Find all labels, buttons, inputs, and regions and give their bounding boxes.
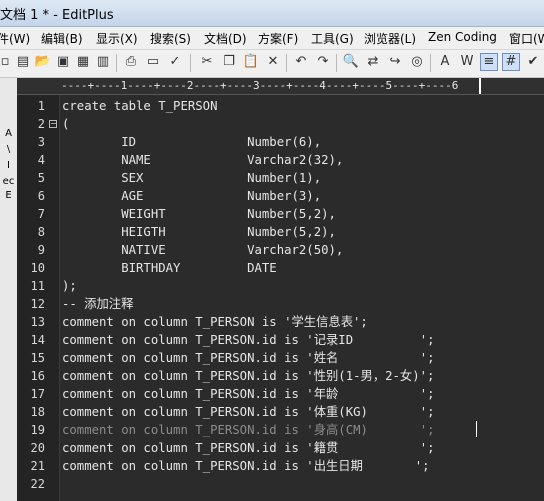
menu-tools[interactable]: 工具(G)	[311, 30, 354, 47]
panel-label: I	[7, 160, 10, 171]
line-number: 8	[37, 225, 45, 239]
line-number: 18	[30, 405, 45, 419]
paste-icon[interactable]: 📋	[242, 53, 260, 71]
open-folder-icon[interactable]: ▤	[14, 53, 32, 71]
line-number: 5	[37, 171, 45, 185]
line-number: 22	[30, 477, 45, 491]
code-line[interactable]: ID Number(6),	[62, 133, 321, 151]
browser-icon[interactable]: ◎	[408, 53, 426, 71]
line-number: 11	[30, 279, 45, 293]
line-number: 7	[37, 207, 45, 221]
menu-edit[interactable]: 编辑(B)	[41, 30, 83, 47]
line-number: 14	[30, 333, 45, 347]
code-line[interactable]: comment on column T_PERSON.id is '体重(KG)…	[62, 403, 435, 421]
code-line[interactable]: AGE Number(3),	[62, 187, 321, 205]
check-icon[interactable]: ✔	[524, 53, 542, 71]
replace-icon[interactable]: ⇄	[364, 53, 382, 71]
new-file-icon[interactable]: ▫	[0, 53, 14, 71]
print-preview-icon[interactable]: ⎙	[122, 53, 140, 71]
ruler-icon[interactable]: ≡	[480, 53, 498, 71]
panel-label: \	[6, 144, 11, 155]
window-title: 文档 1 * - EditPlus	[0, 8, 114, 23]
spell-check-icon[interactable]: ✓	[166, 53, 184, 71]
print-icon[interactable]: ▥	[94, 53, 112, 71]
title-bar: 文档 1 * - EditPlus	[0, 0, 544, 27]
delete-icon[interactable]: ✕	[264, 53, 282, 71]
panel-label: A	[5, 128, 12, 139]
line-number: 13	[30, 315, 45, 329]
menu-window[interactable]: 窗口(W	[509, 30, 544, 47]
code-line[interactable]: create table T_PERSON	[62, 97, 217, 115]
line-number: 12	[30, 297, 45, 311]
menu-document[interactable]: 文档(D)	[204, 30, 247, 47]
code-line[interactable]: comment on column T_PERSON.id is '性别(1-男…	[62, 367, 434, 385]
find-icon[interactable]: 🔍	[342, 53, 360, 71]
text-caret	[476, 421, 477, 437]
save-all-icon[interactable]: ▦	[74, 53, 92, 71]
line-number: 9	[37, 243, 45, 257]
print-setup-icon[interactable]: ▭	[144, 53, 162, 71]
redo-icon[interactable]: ↷	[314, 53, 332, 71]
line-number: 4	[37, 153, 45, 167]
menu-project[interactable]: 方案(F)	[258, 30, 298, 47]
menu-bar: 件(W) 编辑(B) 显示(X) 搜索(S) 文档(D) 方案(F) 工具(G)…	[0, 27, 544, 50]
line-number: 16	[30, 369, 45, 383]
line-number: 1	[37, 99, 45, 113]
line-number: 17	[30, 387, 45, 401]
code-line[interactable]: );	[62, 277, 77, 295]
fold-toggle-icon[interactable]: −	[49, 120, 57, 128]
code-line[interactable]: -- 添加注释	[62, 295, 133, 313]
open-icon[interactable]: 📂	[34, 53, 52, 71]
line-number: 15	[30, 351, 45, 365]
ruler-scale: ----+----1----+----2----+----3----+----4…	[61, 79, 459, 92]
directory-panel: A \ I ec E	[0, 78, 18, 501]
code-line[interactable]: comment on column T_PERSON.id is '记录ID '…	[62, 331, 435, 349]
menu-zen-coding[interactable]: Zen Coding	[428, 30, 497, 44]
line-number: 21	[30, 459, 45, 473]
code-line[interactable]: SEX Number(1),	[62, 169, 321, 187]
code-line[interactable]: comment on column T_PERSON is '学生信息表';	[62, 313, 368, 331]
code-line[interactable]: comment on column T_PERSON.id is '姓名 ';	[62, 349, 435, 367]
menu-view[interactable]: 显示(X)	[96, 30, 138, 47]
code-line[interactable]: comment on column T_PERSON.id is '年龄 ';	[62, 385, 435, 403]
code-line[interactable]: HEIGTH Number(5,2),	[62, 223, 336, 241]
panel-label: E	[5, 190, 12, 201]
goto-icon[interactable]: ↪	[386, 53, 404, 71]
menu-search[interactable]: 搜索(S)	[150, 30, 191, 47]
toolbar-separator	[190, 54, 191, 72]
code-line[interactable]: (	[62, 115, 69, 133]
code-line[interactable]: WEIGHT Number(5,2),	[62, 205, 336, 223]
toolbar-separator	[286, 54, 287, 72]
line-number: 20	[30, 441, 45, 455]
toolbar-separator	[430, 54, 431, 72]
toolbar: ▫ ▤ 📂 ▣ ▦ ▥ ⎙ ▭ ✓ ✂ ❐ 📋 ✕ ↶ ↷ 🔍 ⇄ ↪ ◎ A …	[0, 50, 544, 78]
code-line[interactable]: comment on column T_PERSON.id is '籍贯 ';	[62, 439, 435, 457]
code-line[interactable]: comment on column T_PERSON.id is '出生日期 '…	[62, 457, 430, 475]
font-icon[interactable]: A	[436, 53, 454, 71]
code-line[interactable]: NAME Varchar2(32),	[62, 151, 343, 169]
ruler-caret-marker	[479, 78, 481, 94]
line-number: 19	[30, 423, 45, 437]
copy-icon[interactable]: ❐	[220, 53, 238, 71]
code-line[interactable]: NATIVE Varchar2(50),	[62, 241, 343, 259]
line-number: 6	[37, 189, 45, 203]
panel-label: ec	[2, 176, 15, 187]
undo-icon[interactable]: ↶	[292, 53, 310, 71]
menu-window-partial[interactable]: 件(W)	[0, 30, 30, 47]
save-icon[interactable]: ▣	[54, 53, 72, 71]
cut-icon[interactable]: ✂	[198, 53, 216, 71]
menu-browser[interactable]: 浏览器(L)	[364, 30, 416, 47]
line-number: 3	[37, 135, 45, 149]
line-number: 2	[37, 117, 45, 131]
word-wrap-icon[interactable]: W	[458, 53, 476, 71]
ruler: ----+----1----+----2----+----3----+----4…	[17, 78, 544, 95]
line-number: 10	[30, 261, 45, 275]
line-number-icon[interactable]: #	[502, 53, 520, 71]
toolbar-separator	[336, 54, 337, 72]
toolbar-separator	[116, 54, 117, 72]
code-line-current[interactable]: comment on column T_PERSON.id is '身高(CM)…	[62, 421, 435, 439]
code-line[interactable]: BIRTHDAY DATE	[62, 259, 276, 277]
